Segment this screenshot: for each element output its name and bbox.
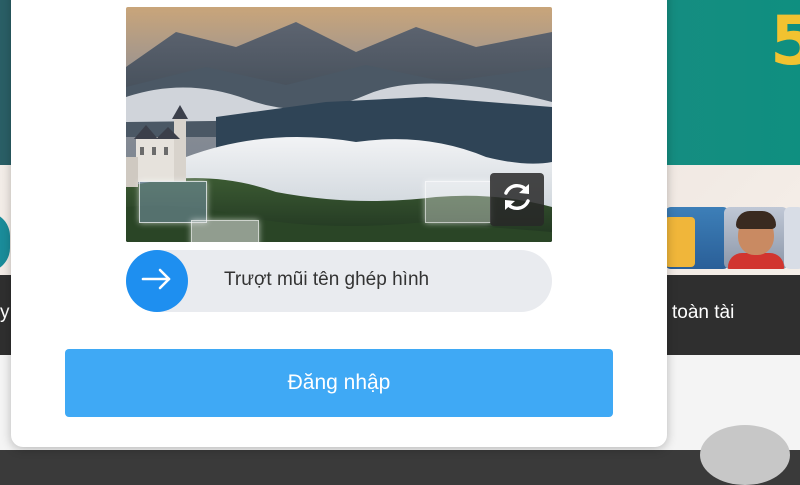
captcha-refresh-button[interactable] xyxy=(490,173,544,226)
background-thumbnail-3[interactable] xyxy=(784,207,800,269)
thumbnail-shape xyxy=(665,217,695,267)
login-button[interactable]: Đăng nhập xyxy=(65,349,613,417)
captcha-slider-label: Trượt mũi tên ghép hình xyxy=(224,269,430,290)
background-dark-band-left-text: y xyxy=(0,302,10,323)
puzzle-piece-shadow xyxy=(191,220,259,242)
captcha-slider-handle[interactable] xyxy=(126,250,188,312)
promo-digit: 5 xyxy=(770,2,800,81)
refresh-icon xyxy=(498,178,536,221)
background-dark-band-text: toàn tài xyxy=(672,302,735,323)
puzzle-target-slot xyxy=(425,181,491,223)
background-thumbnail-1[interactable] xyxy=(665,207,729,269)
arrow-right-icon xyxy=(141,267,173,296)
background-bottom-decor xyxy=(700,425,790,485)
background-thumbnail-2[interactable] xyxy=(724,207,788,269)
puzzle-piece xyxy=(139,181,207,223)
captcha-puzzle-image xyxy=(126,7,552,242)
thumbnail-hair xyxy=(736,211,776,229)
thumbnail-shirt xyxy=(728,253,784,269)
